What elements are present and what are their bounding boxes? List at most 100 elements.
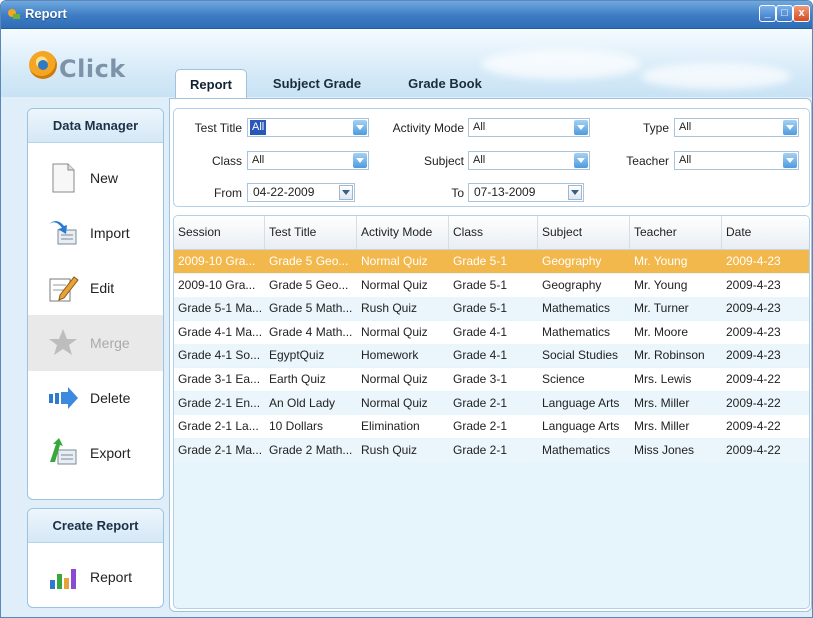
table-row[interactable]: Grade 4-1 So... EgyptQuiz Homework Grade 4-… [174, 344, 809, 368]
subject-select[interactable]: All [468, 151, 590, 170]
cell-session: Grade 2-1 La... [178, 419, 259, 434]
cell-teacher: Mr. Moore [634, 324, 689, 339]
column-header-test-title[interactable]: Test Title [265, 216, 357, 249]
table-row[interactable]: 2009-10 Gra... Grade 5 Geo... Normal Quiz G… [174, 250, 809, 273]
cell-date: 2009-4-22 [726, 395, 781, 410]
delete-label: Delete [90, 390, 131, 406]
merge-label: Merge [90, 335, 130, 351]
title-bar[interactable]: Report _ □ x [1, 1, 812, 29]
edit-button[interactable]: Edit [28, 260, 163, 316]
cell-class: Grade 2-1 [453, 442, 508, 457]
column-header-session[interactable]: Session [174, 216, 265, 249]
table-row[interactable]: Grade 2-1 La... 10 Dollars Elimination Grad… [174, 415, 809, 439]
type-label: Type [642, 121, 669, 135]
table-row[interactable]: Grade 4-1 Ma... Grade 4 Math... Normal Qui… [174, 320, 809, 344]
cell-session: Grade 3-1 Ea... [178, 372, 261, 386]
cell-date: 2009-4-23 [726, 277, 781, 292]
minimize-button[interactable]: _ [759, 5, 776, 22]
cell-class: Grade 5-1 [453, 254, 508, 268]
cell-class: Grade 4-1 [453, 324, 508, 339]
to-label: To [451, 186, 464, 200]
cell-session: Grade 4-1 Ma... [178, 324, 263, 339]
export-icon [50, 438, 77, 465]
teacher-select[interactable]: All [674, 151, 799, 170]
chevron-down-icon [353, 153, 367, 168]
cell-date: 2009-4-23 [726, 348, 781, 363]
calendar-dropdown-icon[interactable] [568, 185, 582, 200]
cell-teacher: Mr. Turner [634, 301, 689, 316]
cell-date: 2009-4-23 [726, 324, 781, 339]
column-header-date[interactable]: Date [722, 216, 809, 249]
cell-subject: Social Studies [542, 348, 619, 363]
table-row[interactable]: Grade 3-1 Ea... Earth Quiz Normal Quiz Grad… [174, 368, 809, 391]
column-header-teacher[interactable]: Teacher [630, 216, 722, 249]
tab-report[interactable]: Report [175, 69, 247, 98]
cell-test-title: EgyptQuiz [269, 348, 325, 363]
chevron-down-icon [574, 120, 588, 135]
cell-test-title: 10 Dollars [269, 419, 324, 434]
create-report-title: Create Report [28, 509, 163, 543]
export-label: Export [90, 445, 131, 461]
test-title-select[interactable]: All [247, 118, 369, 137]
cell-teacher: Mr. Young [634, 277, 688, 292]
cell-subject: Mathematics [542, 301, 611, 316]
cell-date: 2009-4-22 [726, 372, 781, 386]
report-window: Report _ □ x Click Report Subject Grade … [0, 0, 813, 618]
activity-mode-select[interactable]: All [468, 118, 590, 137]
cell-class: Grade 4-1 [453, 348, 508, 363]
cell-subject: Geography [542, 277, 602, 292]
teacher-label: Teacher [626, 154, 669, 168]
table-row[interactable]: Grade 2-1 Ma... Grade 2 Math... Rush Quiz G… [174, 438, 809, 462]
cell-date: 2009-4-23 [726, 301, 781, 316]
tab-grade-book[interactable]: Grade Book [395, 69, 495, 98]
from-date-picker[interactable]: 04-22-2009 [247, 183, 355, 202]
column-header-activity-mode[interactable]: Activity Mode [357, 216, 449, 249]
cell-class: Grade 3-1 [453, 372, 508, 386]
column-header-class[interactable]: Class [449, 216, 538, 249]
cell-teacher: Mrs. Miller [634, 395, 690, 410]
column-header-subject[interactable]: Subject [538, 216, 630, 249]
table-row[interactable]: Grade 5-1 Ma... Grade 5 Math... Rush Quiz G… [174, 297, 809, 321]
cell-class: Grade 5-1 [453, 277, 508, 292]
activity-mode-label: Activity Mode [392, 121, 464, 135]
cell-session: 2009-10 Gra... [178, 277, 256, 292]
cell-activity-mode: Normal Quiz [361, 254, 428, 268]
cell-test-title: Grade 5 Geo... [269, 254, 349, 268]
cell-activity-mode: Normal Quiz [361, 324, 428, 339]
to-date-picker[interactable]: 07-13-2009 [468, 183, 584, 202]
calendar-dropdown-icon[interactable] [339, 185, 353, 200]
delete-button[interactable]: Delete [28, 370, 163, 426]
table-header: Session Test Title Activity Mode Class S… [174, 216, 809, 250]
activity-mode-value: All [473, 121, 486, 133]
cell-date: 2009-4-23 [726, 254, 781, 268]
cell-activity-mode: Elimination [361, 419, 420, 434]
report-label: Report [90, 569, 133, 585]
class-select[interactable]: All [247, 151, 369, 170]
import-label: Import [90, 225, 130, 241]
app-icon [8, 9, 20, 19]
tab-subject-grade[interactable]: Subject Grade [257, 69, 377, 98]
close-button[interactable]: x [793, 5, 810, 22]
cell-session: Grade 4-1 So... [178, 348, 261, 363]
cell-session: Grade 2-1 Ma... [178, 442, 263, 457]
cell-activity-mode: Normal Quiz [361, 372, 428, 386]
merge-button[interactable]: Merge [28, 315, 163, 371]
table-row[interactable]: Grade 2-1 En... An Old Lady Normal Quiz Gra… [174, 391, 809, 415]
import-button[interactable]: Import [28, 205, 163, 261]
create-report-panel: Create Report Report [27, 508, 164, 608]
cell-teacher: Mr. Young [634, 254, 688, 268]
merge-icon [49, 329, 77, 355]
cell-test-title: An Old Lady [269, 395, 336, 410]
type-select[interactable]: All [674, 118, 799, 137]
table-row[interactable]: 2009-10 Gra... Grade 5 Geo... Normal Quiz G… [174, 273, 809, 297]
close-icon: x [798, 7, 805, 19]
report-button[interactable]: Report [28, 549, 163, 605]
report-table: Session Test Title Activity Mode Class S… [173, 215, 810, 609]
export-button[interactable]: Export [28, 425, 163, 481]
cell-activity-mode: Homework [361, 348, 419, 363]
app-logo: Click [27, 49, 137, 89]
cell-session: 2009-10 Gra... [178, 254, 256, 268]
new-button[interactable]: New [28, 150, 163, 206]
maximize-button[interactable]: □ [776, 5, 793, 22]
from-date-value: 04-22-2009 [253, 185, 315, 199]
